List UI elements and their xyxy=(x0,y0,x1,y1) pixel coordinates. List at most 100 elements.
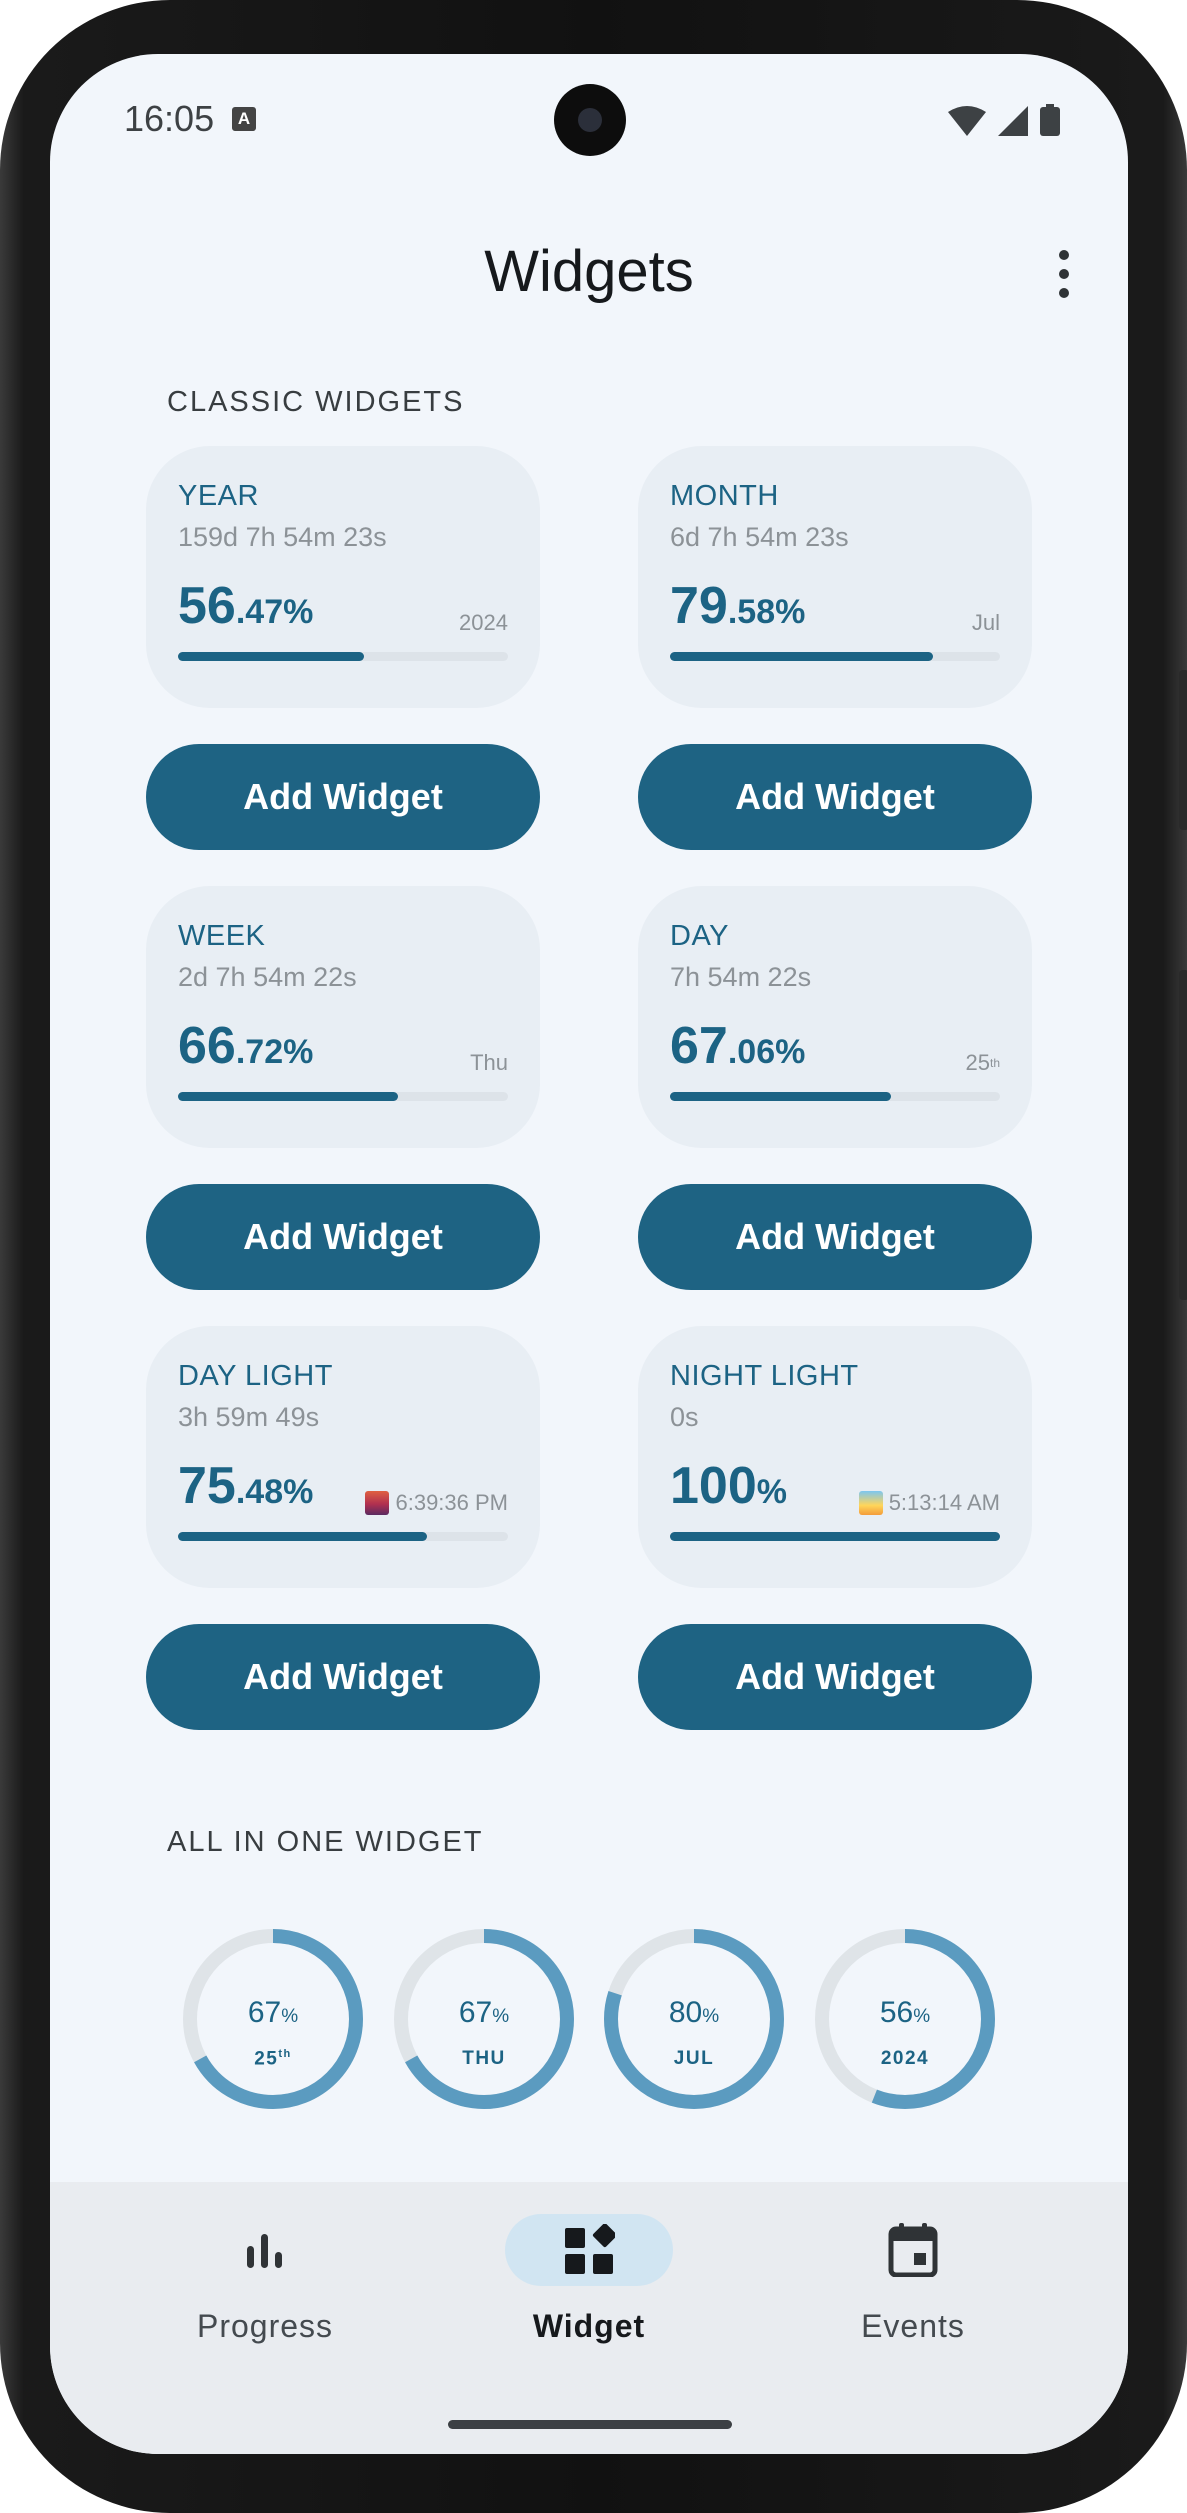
add-widget-button[interactable]: Add Widget xyxy=(638,1184,1032,1290)
add-widget-button[interactable]: Add Widget xyxy=(638,1624,1032,1730)
widget-remaining: 159d 7h 54m 23s xyxy=(178,522,387,552)
signal-icon xyxy=(998,106,1028,136)
nav-widget-label: Widget xyxy=(532,2308,646,2344)
suffix-text: 5:13:14 AM xyxy=(888,1490,1000,1515)
progress-ring: 56% 2024 xyxy=(812,1926,998,2112)
notification-a-icon: A xyxy=(232,107,256,131)
nav-progress-label: Progress xyxy=(196,2308,334,2344)
widget-percent: 66.72% xyxy=(178,1016,313,1076)
widget-card-month: MONTH 6d 7h 54m 23s 79.58% Jul xyxy=(638,446,1032,708)
widget-suffix: Thu xyxy=(470,1050,508,1076)
ring-label: 25th xyxy=(180,2048,366,2070)
widget-label: WEEK xyxy=(178,920,266,952)
widget-remaining: 0s xyxy=(670,1402,699,1432)
nav-events[interactable]: Events xyxy=(763,2182,1063,2382)
progress-fill xyxy=(670,1532,1000,1541)
widget-label: DAY xyxy=(670,920,729,952)
page-title: Widgets xyxy=(484,239,694,304)
widget-card-day-light: DAY LIGHT 3h 59m 49s 75.48% 6:39:36 PM xyxy=(146,1326,540,1588)
widget-suffix: 25th xyxy=(966,1050,1001,1076)
progress-fill xyxy=(178,1532,428,1541)
widget-percent: 67.06% xyxy=(670,1016,805,1076)
progress-track xyxy=(670,1092,1000,1101)
bar-chart-icon xyxy=(210,2214,320,2286)
progress-track xyxy=(670,1532,1000,1541)
nav-progress[interactable]: Progress xyxy=(115,2182,415,2382)
widget-label: YEAR xyxy=(178,480,259,512)
widget-suffix: 5:13:14 AM xyxy=(858,1490,1000,1516)
progress-track xyxy=(178,1092,508,1101)
add-widget-button[interactable]: Add Widget xyxy=(638,744,1032,850)
ring-percent-value: 80 xyxy=(668,1996,703,2029)
add-widget-button[interactable]: Add Widget xyxy=(146,744,540,850)
progress-track xyxy=(670,652,1000,661)
percent-frac: .48% xyxy=(235,1473,314,1511)
progress-fill xyxy=(178,1092,399,1101)
nav-events-label: Events xyxy=(861,2308,965,2344)
phone-frame: 16:05 A Widgets CLASSIC WIDGETS YEAR 159d… xyxy=(0,0,1187,2513)
ring-label-text: 25 xyxy=(254,2048,279,2070)
widget-suffix: Jul xyxy=(972,610,1000,636)
ring-label-text: 2024 xyxy=(880,2048,930,2069)
widget-card-week: WEEK 2d 7h 54m 22s 66.72% Thu xyxy=(146,886,540,1148)
widget-label: NIGHT LIGHT xyxy=(670,1360,859,1392)
percent-int: 56 xyxy=(178,577,236,635)
widget-remaining: 6d 7h 54m 23s xyxy=(670,522,849,552)
add-widget-button[interactable]: Add Widget xyxy=(146,1624,540,1730)
classic-widgets-header: CLASSIC WIDGETS xyxy=(167,386,465,418)
percent-frac: .58% xyxy=(727,593,806,631)
percent-int: 79 xyxy=(670,577,728,635)
ring-percent: 67% xyxy=(180,1996,366,2030)
bottom-navigation: Progress Widget Events xyxy=(50,2182,1128,2454)
widget-card-day: DAY 7h 54m 22s 67.06% 25th xyxy=(638,886,1032,1148)
percent-int: 75 xyxy=(178,1457,236,1515)
widgets-icon xyxy=(505,2214,673,2286)
wifi-icon xyxy=(948,106,986,136)
widget-suffix: 2024 xyxy=(459,610,508,636)
screen: 16:05 A Widgets CLASSIC WIDGETS YEAR 159d… xyxy=(50,54,1128,2454)
add-widget-button[interactable]: Add Widget xyxy=(146,1184,540,1290)
sunset-icon xyxy=(365,1491,390,1515)
suffix-text: 6:39:36 PM xyxy=(395,1490,508,1515)
percent-int: 100 xyxy=(670,1457,757,1515)
progress-fill xyxy=(670,1092,892,1101)
ring-percent-value: 67 xyxy=(247,1996,282,2029)
progress-track xyxy=(178,1532,508,1541)
status-icons xyxy=(948,104,1060,136)
ring-label: JUL xyxy=(601,2048,787,2070)
progress-fill xyxy=(178,652,365,661)
suffix-ordinal: th xyxy=(989,1056,1000,1070)
ring-percent-unit: % xyxy=(702,2006,720,2027)
widget-percent: 75.48% xyxy=(178,1456,313,1516)
widget-remaining: 7h 54m 22s xyxy=(670,962,812,992)
ring-label: THU xyxy=(391,2048,577,2070)
ring-percent-value: 67 xyxy=(458,1996,493,2029)
widget-card-year: YEAR 159d 7h 54m 23s 56.47% 2024 xyxy=(146,446,540,708)
ring-label-text: JUL xyxy=(673,2048,715,2069)
ring-percent: 56% xyxy=(812,1996,998,2030)
ring-label: 2024 xyxy=(812,2048,998,2070)
power-button xyxy=(1179,970,1187,1300)
percent-int: 67 xyxy=(670,1017,728,1075)
percent-frac: .72% xyxy=(235,1033,314,1071)
widget-suffix: 6:39:36 PM xyxy=(365,1490,508,1516)
nav-widget[interactable]: Widget xyxy=(439,2182,739,2382)
more-options-icon[interactable] xyxy=(1044,244,1084,304)
battery-icon xyxy=(1040,104,1060,136)
status-time: 16:05 xyxy=(124,98,215,139)
ring-percent-unit: % xyxy=(913,2006,931,2027)
ring-percent-value: 56 xyxy=(879,1996,914,2029)
widget-card-night-light: NIGHT LIGHT 0s 100% 5:13:14 AM xyxy=(638,1326,1032,1588)
sunrise-icon xyxy=(858,1491,883,1515)
widget-label: MONTH xyxy=(670,480,779,512)
widget-percent: 100% xyxy=(670,1456,787,1516)
ring-percent: 67% xyxy=(391,1996,577,2030)
suffix-text: 25 xyxy=(965,1050,990,1075)
camera-cutout xyxy=(554,84,626,156)
ring-percent-unit: % xyxy=(492,2006,510,2027)
widget-remaining: 3h 59m 49s xyxy=(178,1402,320,1432)
progress-fill xyxy=(670,652,933,661)
suffix-text: Jul xyxy=(971,610,1000,635)
home-indicator[interactable] xyxy=(448,2420,732,2429)
calendar-icon xyxy=(858,2214,968,2286)
